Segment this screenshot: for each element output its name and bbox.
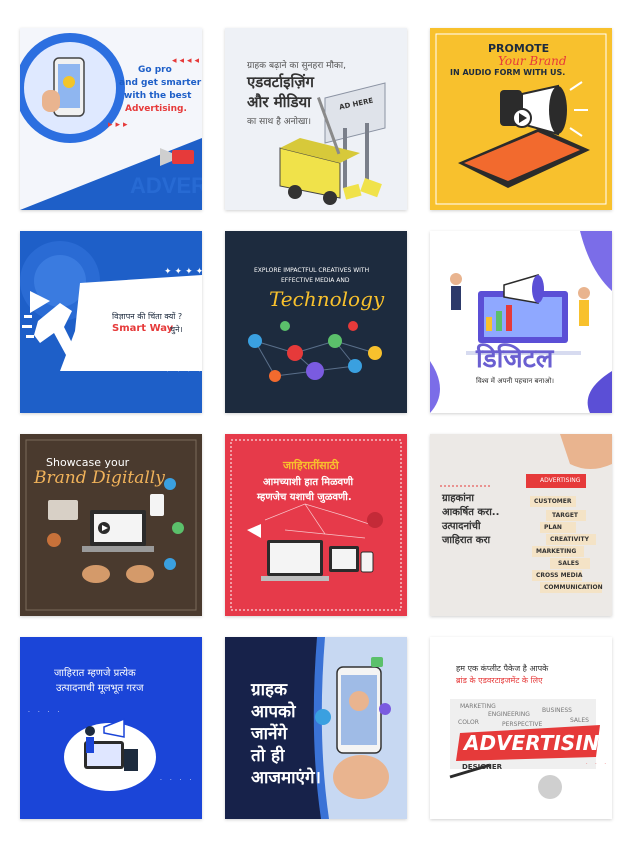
collage-word: DESIGNER xyxy=(462,763,503,771)
line-2: उत्पादनाची मूलभूत गरज xyxy=(56,683,144,694)
collage-word: SALES xyxy=(570,717,589,724)
line-4: का साथ है अनोखा। xyxy=(247,117,312,127)
block-label: PLAN xyxy=(544,524,562,531)
tile-hindi-media[interactable]: AD HERE ग्राहक बढ़ाने का सुनहरा मौका, एड… xyxy=(225,28,407,210)
block-label: CUSTOMER xyxy=(534,498,572,505)
tile-digital[interactable]: डिजिटल विश्व में अपनी पहचान बनाओ। xyxy=(430,231,612,413)
arrow-marks-icon: ◂◂◂◂ xyxy=(172,56,202,66)
line-1: ग्राहकांना xyxy=(442,493,474,504)
line-2: आपको xyxy=(251,702,296,722)
tile-marathi[interactable]: जाहिरातींसाठी आमच्याशी हात मिळवणी म्हणजे… xyxy=(225,434,407,616)
tile-technology-art xyxy=(225,231,407,413)
tile-smart-way-art xyxy=(20,231,202,413)
dots-decoration: · · · · xyxy=(160,777,195,784)
line-3: चुने। xyxy=(170,325,183,334)
dots-decoration: · · · xyxy=(586,761,609,767)
block-label: CREATIVITY xyxy=(550,536,589,543)
dots-decoration: ✦✦✦✦ xyxy=(164,267,202,277)
collage-word: BUSINESS xyxy=(542,707,572,714)
line-2: Smart Way xyxy=(112,323,174,334)
line-5: आजमाएंगे। xyxy=(251,768,321,788)
line-1: जाहिरात म्हणजे प्रत्येक xyxy=(54,668,136,679)
collage-word: MARKETING xyxy=(460,703,496,710)
block-label: COMMUNICATION xyxy=(544,584,603,591)
collage-word: COLOR xyxy=(458,719,479,726)
line-2: एडवर्टाइज़िंग xyxy=(247,73,314,91)
line-1: हम एक कंप्लीट पैकेज है आपके xyxy=(456,664,549,673)
tile-smart-way[interactable]: ✦✦✦✦ ✦✦✦✦ विज्ञापन की चिंता क्यों ? Smar… xyxy=(20,231,202,413)
block-label: MARKETING xyxy=(536,548,577,555)
line-2: and get smarter xyxy=(119,78,202,88)
line-2: आमच्याशी हात मिळवणी xyxy=(263,477,354,488)
tile-complete-package[interactable]: हम एक कंप्लीट पैकेज है आपके ब्रांड के एड… xyxy=(430,637,612,819)
line-4: Advertising. xyxy=(125,104,187,114)
tile-product-need[interactable]: · · · · · · · · जाहिरात म्हणजे प्रत्येक … xyxy=(20,637,202,819)
advertising-title: ADVERTISING xyxy=(464,731,612,755)
line-1: EXPLORE IMPACTFUL CREATIVES WITH xyxy=(254,267,370,274)
line-3: with the best xyxy=(124,91,192,101)
line-3: म्हणजेच यशाची जुळवणी. xyxy=(257,492,352,503)
line-3: जानेंगे xyxy=(251,724,288,744)
line-2: ब्रांड के एडवरटाइजमेंट के लिए xyxy=(456,676,543,685)
block-label: CROSS MEDIA xyxy=(536,572,583,579)
line-3: Technology xyxy=(269,287,385,311)
line-1: विज्ञापन की चिंता क्यों ? xyxy=(112,312,183,321)
line-1: डिजिटल xyxy=(476,344,554,374)
line-2: विश्व में अपनी पहचान बनाओ। xyxy=(476,377,555,385)
tile-brand-digitally[interactable]: Showcase your Brand Digitally xyxy=(20,434,202,616)
collage-word: PERSPECTIVE xyxy=(502,721,543,728)
arrow-marks-icon: ▸▸▸ xyxy=(108,120,131,130)
block-label: ADVERTISING xyxy=(540,477,581,484)
block-label: TARGET xyxy=(552,512,579,519)
line-2: Your Brand xyxy=(498,54,567,68)
line-2: आकर्षित करा.. xyxy=(442,507,500,518)
line-3: और मीडिया xyxy=(247,93,312,111)
tile-technology[interactable]: EXPLORE IMPACTFUL CREATIVES WITH EFFECTI… xyxy=(225,231,407,413)
line-3: IN AUDIO FORM WITH US. xyxy=(450,68,566,77)
tile-go-pro[interactable]: ADVER Go pro and get smarter with the be… xyxy=(20,28,202,210)
line-4: जाहिरात करा xyxy=(442,535,491,546)
line-1: ग्राहक xyxy=(251,680,288,700)
line-2: EFFECTIVE MEDIA AND xyxy=(281,277,350,284)
tile-audio[interactable]: PROMOTE Your Brand IN AUDIO FORM WITH US… xyxy=(430,28,612,210)
dots-decoration: ✦✦✦✦ xyxy=(164,365,202,375)
tile-blocks[interactable]: ग्राहकांना आकर्षित करा.. उत्पादनांची जाह… xyxy=(430,434,612,616)
svg-text:ADVER: ADVER xyxy=(130,173,202,198)
line-1: जाहिरातींसाठी xyxy=(283,459,339,472)
ad-template-grid: ADVER Go pro and get smarter with the be… xyxy=(0,0,632,848)
collage-word: ENGINEERING xyxy=(488,711,530,718)
block-label: SALES xyxy=(558,560,580,567)
line-2: Brand Digitally xyxy=(34,468,165,488)
line-3: उत्पादनांची xyxy=(442,521,481,532)
line-4: तो ही xyxy=(251,746,285,766)
line-1: ग्राहक बढ़ाने का सुनहरा मौका, xyxy=(247,61,347,71)
line-1: Go pro xyxy=(138,65,172,75)
tile-customer-find[interactable]: ग्राहक आपको जानेंगे तो ही आजमाएंगे। xyxy=(225,637,407,819)
dots-decoration: · · · · xyxy=(28,709,63,716)
